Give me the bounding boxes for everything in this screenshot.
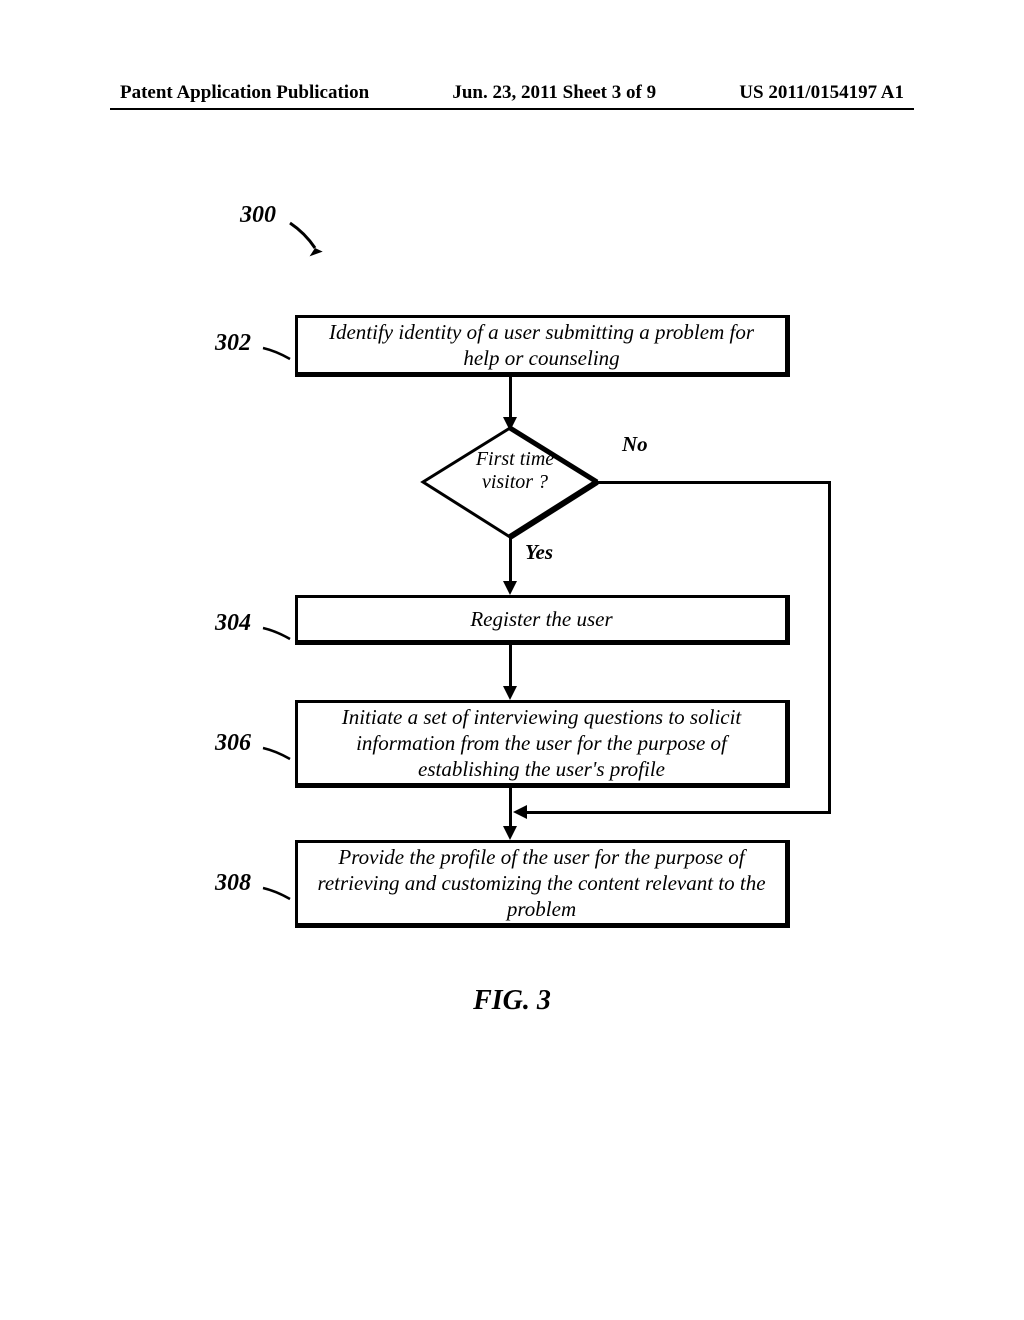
ref-306-leader-icon	[258, 745, 298, 775]
arrow-decision-yes	[509, 538, 512, 583]
ref-302-label: 302	[215, 330, 251, 357]
arrow-306-to-308	[509, 788, 512, 828]
decision-no-label: No	[622, 432, 648, 457]
process-box-306-text: Initiate a set of interviewing questions…	[313, 704, 770, 783]
process-box-304: Register the user	[295, 595, 790, 645]
ref-308-leader-icon	[258, 885, 298, 915]
ref-302-leader-icon	[258, 345, 298, 375]
ref-306-label: 306	[215, 730, 251, 757]
arrow-head-icon	[503, 581, 517, 595]
header-center: Jun. 23, 2011 Sheet 3 of 9	[452, 82, 656, 104]
ref-308-label: 308	[215, 870, 251, 897]
arrow-302-to-decision	[509, 377, 512, 419]
ref-304-leader-icon	[258, 625, 298, 655]
header-right: US 2011/0154197 A1	[739, 82, 904, 104]
arrow-decision-no-h2	[525, 811, 831, 814]
figure-label: FIG. 3	[0, 985, 1024, 1017]
arrow-head-icon	[503, 826, 517, 840]
process-box-308-text: Provide the profile of the user for the …	[313, 844, 770, 923]
page-header: Patent Application Publication Jun. 23, …	[0, 82, 1024, 104]
process-box-306: Initiate a set of interviewing questions…	[295, 700, 790, 788]
ref-304-label: 304	[215, 610, 251, 637]
decision-yes-label: Yes	[525, 540, 553, 565]
arrow-decision-no-v	[828, 481, 831, 813]
decision-text: First time visitor ?	[455, 448, 575, 494]
header-divider	[110, 108, 914, 110]
arrow-304-to-306	[509, 645, 512, 688]
process-box-302-text: Identify identity of a user submitting a…	[313, 319, 770, 372]
process-box-302: Identify identity of a user submitting a…	[295, 315, 790, 377]
arrow-head-icon	[513, 805, 527, 819]
header-left: Patent Application Publication	[120, 82, 369, 104]
ref-300-label: 300	[240, 202, 276, 229]
process-box-308: Provide the profile of the user for the …	[295, 840, 790, 928]
arrow-head-icon	[503, 686, 517, 700]
process-box-304-text: Register the user	[470, 606, 612, 632]
arrow-decision-no-h1	[597, 481, 830, 484]
ref-300-arrow-icon	[285, 218, 335, 263]
